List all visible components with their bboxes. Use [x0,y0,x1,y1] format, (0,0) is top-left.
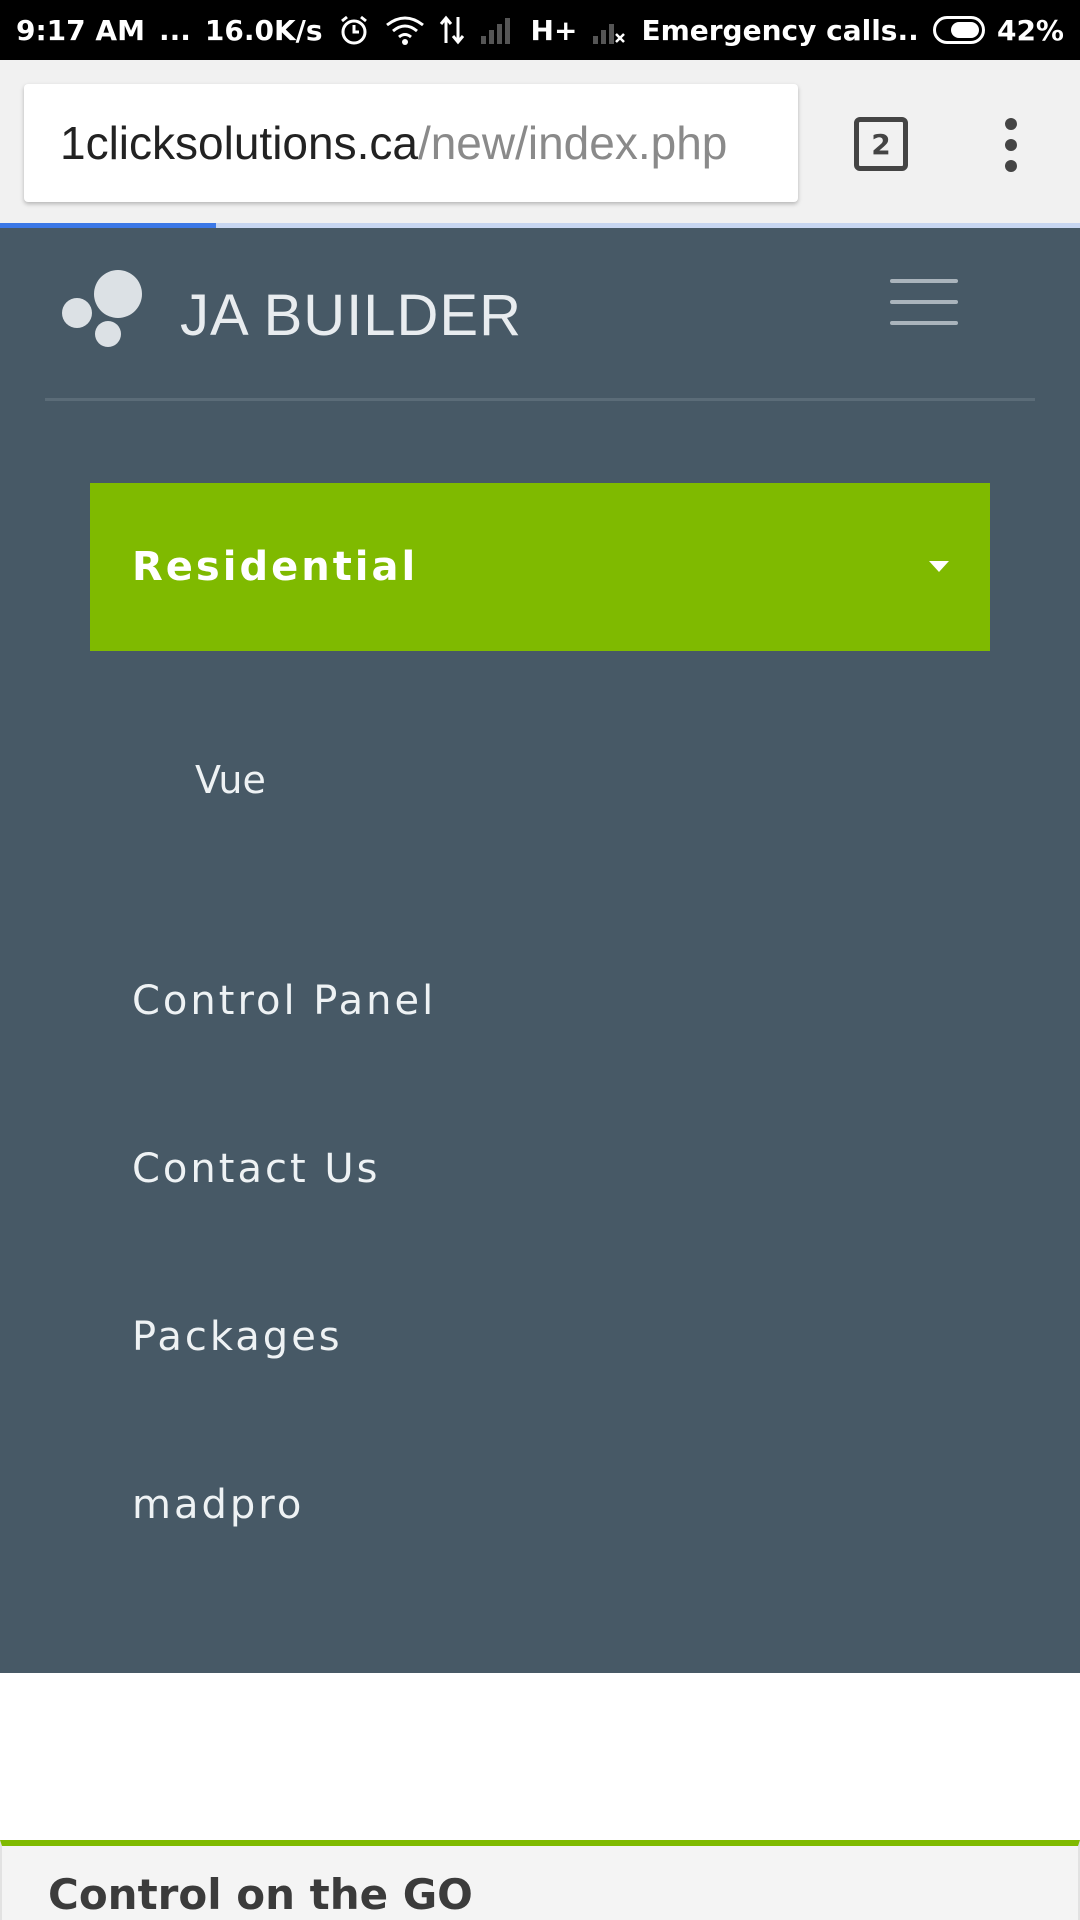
battery-icon [932,16,985,44]
nav-item-madpro[interactable]: madpro [132,1482,304,1528]
card-title: Control on the GO [48,1870,473,1919]
dropdown-label: Residential [132,544,419,590]
wifi-icon [385,15,425,45]
signal-icon [479,16,517,44]
url-domain: 1clicksolutions.ca [60,117,418,169]
carrier-text: Emergency calls.. [641,13,919,47]
data-transfer-icon [439,15,465,45]
more-options-icon[interactable] [996,118,1026,172]
nav-item-packages[interactable]: Packages [132,1314,343,1360]
address-bar[interactable]: 1clicksolutions.ca/new/index.php [24,84,798,202]
nav-divider [45,398,1035,401]
nav-item-contact-us[interactable]: Contact Us [132,1146,380,1192]
network-type: H+ [530,13,578,47]
tab-switcher-button[interactable]: 2 [854,117,908,171]
battery-percent: 42% [996,13,1064,47]
nav-item-control-panel[interactable]: Control Panel [132,978,436,1024]
url-path: /new/index.php [417,117,728,169]
submenu-item-vue[interactable]: Vue [195,758,266,802]
hamburger-menu-icon[interactable] [890,279,958,325]
caret-down-icon [929,561,949,572]
status-speed: 16.0K/s [204,13,323,47]
residential-dropdown[interactable]: Residential [90,483,990,651]
browser-toolbar: 1clicksolutions.ca/new/index.php 2 [0,60,1080,223]
status-time: 9:17 AM [16,13,145,47]
no-signal-icon [591,16,627,44]
logo-icon [62,270,142,347]
site-navigation: JA BUILDER Residential Vue Control Panel… [0,228,1080,1673]
alarm-icon [337,13,371,47]
status-bar: 9:17 AM ... 16.0K/s H+ Emergency calls..… [0,0,1080,60]
feature-card: Control on the GO [0,1840,1080,1920]
brand-name[interactable]: JA BUILDER [180,282,522,349]
status-dots: ... [158,13,191,47]
